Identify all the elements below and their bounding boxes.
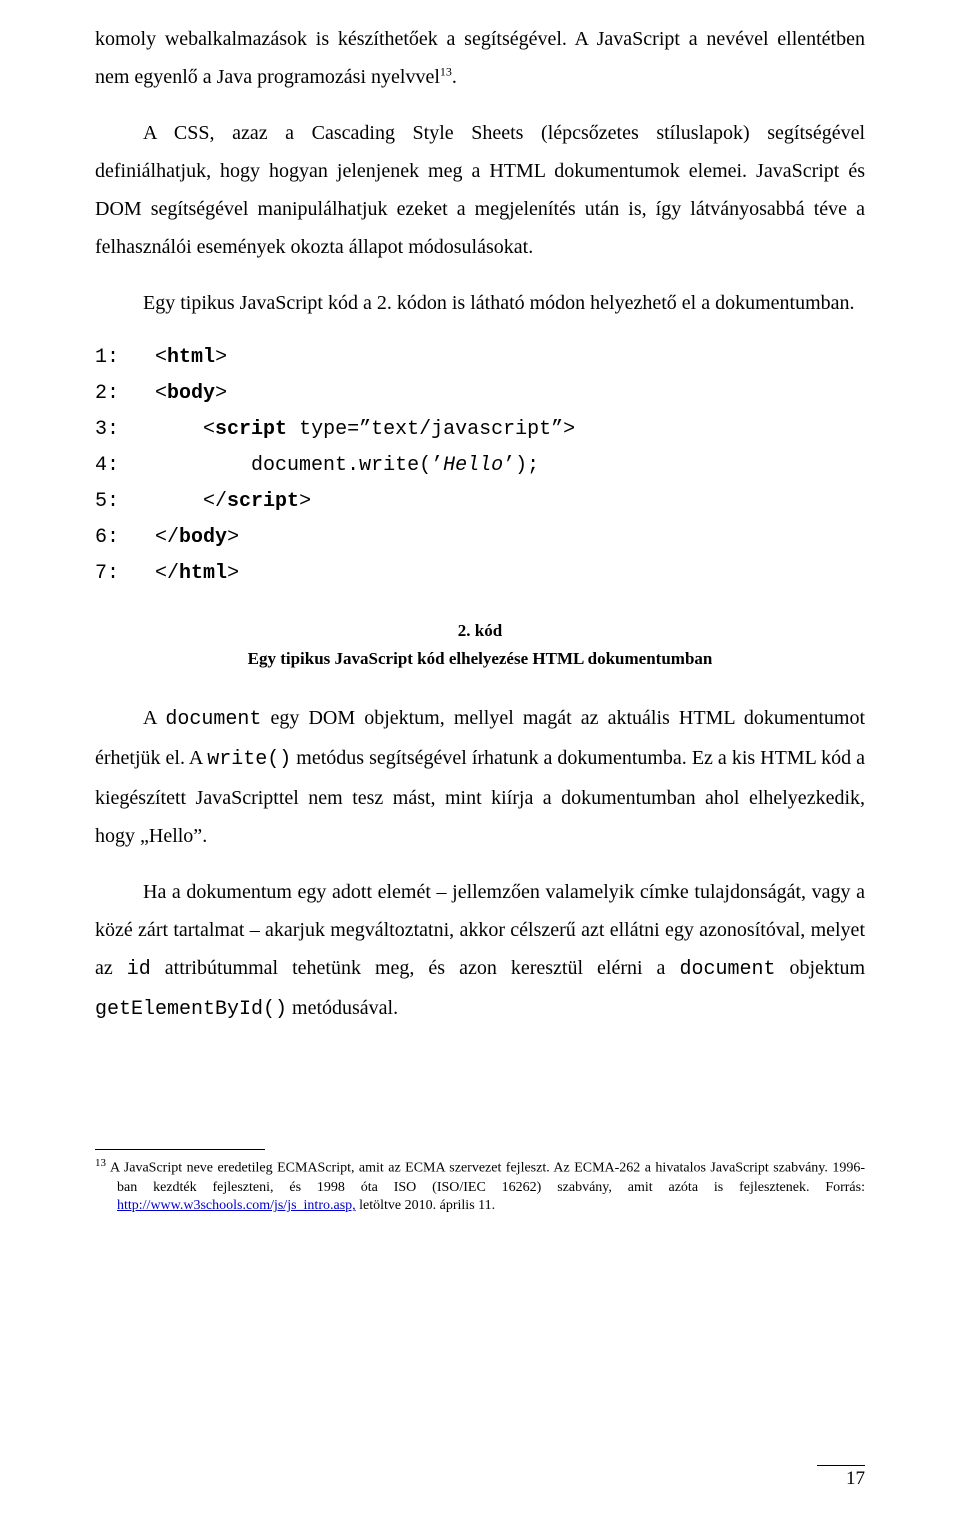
footnote-text: A JavaScript neve eredetileg ECMAScript,… <box>110 1161 865 1195</box>
footnote-link[interactable]: http://www.w3schools.com/js/js_intro.asp… <box>117 1198 356 1213</box>
tag-script: script <box>215 418 287 441</box>
line-number: 2: <box>95 382 119 405</box>
text: komoly webalkalmazások is készíthetőek a… <box>95 28 865 88</box>
code-inline-write: write() <box>207 748 291 771</box>
string-literal: Hello <box>443 454 503 477</box>
text: < <box>203 418 215 441</box>
page-number: 17 <box>846 1468 865 1489</box>
paragraph-3: Egy tipikus JavaScript kód a 2. kódon is… <box>95 284 865 322</box>
text: > <box>215 382 227 405</box>
code-inline-document: document <box>165 708 261 731</box>
code-line-1: 1: <html> <box>95 346 227 369</box>
code-inline-document2: document <box>679 958 775 981</box>
tag-body: body <box>167 382 215 405</box>
line-number: 6: <box>95 526 119 549</box>
text: </ <box>203 490 227 513</box>
text: objektum <box>775 957 865 979</box>
text: type=”text/javascript”> <box>287 418 575 441</box>
footnote-13: 13A JavaScript neve eredetileg ECMAScrip… <box>117 1156 865 1216</box>
tag-script-close: script <box>227 490 299 513</box>
text: < <box>155 382 167 405</box>
code-line-2: 2: <body> <box>95 382 227 405</box>
code-line-5: 5: </script> <box>95 490 311 513</box>
tag-html-close: html <box>179 562 227 585</box>
page-number-block: 17 <box>665 1465 865 1490</box>
paragraph-5: Ha a dokumentum egy adott elemét – jelle… <box>95 873 865 1029</box>
code-inline-id: id <box>127 958 151 981</box>
code-caption: 2. kód Egy tipikus JavaScript kód elhely… <box>95 618 865 671</box>
text: . <box>452 66 457 88</box>
text: </ <box>155 562 179 585</box>
code-line-3: 3: <script type=”text/javascript”> <box>95 418 575 441</box>
document-page: komoly webalkalmazások is készíthetőek a… <box>0 0 960 1514</box>
paragraph-1: komoly webalkalmazások is készíthetőek a… <box>95 20 865 96</box>
text: > <box>227 562 239 585</box>
text: > <box>299 490 311 513</box>
line-number: 4: <box>95 454 119 477</box>
text: A <box>143 707 165 729</box>
text: attribútummal tehetünk meg, és azon kere… <box>151 957 680 979</box>
footnote-number: 13 <box>95 1157 106 1169</box>
code-inline-getelementbyid: getElementById() <box>95 998 287 1021</box>
paragraph-2: A CSS, azaz a Cascading Style Sheets (lé… <box>95 114 865 266</box>
text: </ <box>155 526 179 549</box>
text: metódusával. <box>287 997 398 1019</box>
text: < <box>155 346 167 369</box>
line-number: 1: <box>95 346 119 369</box>
text: document.write(’ <box>251 454 443 477</box>
code-line-4: 4: document.write(’Hello’); <box>95 454 539 477</box>
page-number-rule <box>817 1465 865 1466</box>
footnote-ref-13: 13 <box>440 64 452 78</box>
line-number: 3: <box>95 418 119 441</box>
caption-text: Egy tipikus JavaScript kód elhelyezése H… <box>248 649 713 668</box>
caption-title: 2. kód <box>95 618 865 644</box>
line-number: 7: <box>95 562 119 585</box>
paragraph-4: A document egy DOM objektum, mellyel mag… <box>95 699 865 855</box>
line-number: 5: <box>95 490 119 513</box>
text: > <box>215 346 227 369</box>
tag-body-close: body <box>179 526 227 549</box>
code-line-6: 6: </body> <box>95 526 239 549</box>
footnote-text-tail: letöltve 2010. április 11. <box>356 1198 495 1213</box>
code-listing: 1: <html> 2: <body> 3: <script type=”tex… <box>95 340 865 592</box>
footnote-separator <box>95 1149 265 1150</box>
text: > <box>227 526 239 549</box>
tag-html: html <box>167 346 215 369</box>
code-line-7: 7: </html> <box>95 562 239 585</box>
text: ’); <box>503 454 539 477</box>
